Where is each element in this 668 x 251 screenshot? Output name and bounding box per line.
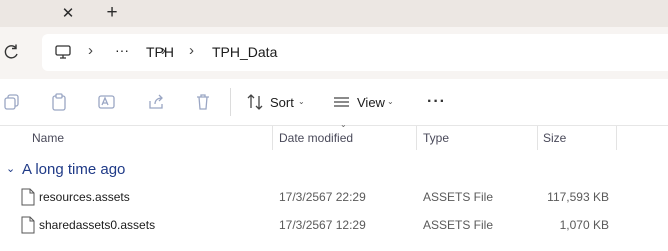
file-type: ASSETS File (423, 218, 494, 232)
address-bar[interactable] (42, 34, 668, 71)
file-row[interactable]: sharedassets0.assets 17/3/2567 12:29 ASS… (0, 212, 668, 238)
sort-button[interactable]: Sort (270, 95, 294, 110)
sort-indicator-icon: ⌄ (340, 120, 347, 129)
chevron-down-icon: ⌄ (298, 97, 305, 106)
column-header-name[interactable]: Name (32, 131, 64, 145)
column-divider[interactable] (272, 126, 273, 150)
rename-icon[interactable] (97, 92, 117, 112)
computer-icon (53, 42, 73, 62)
file-date: 17/3/2567 22:29 (279, 190, 366, 204)
new-tab-button[interactable]: + (102, 2, 122, 23)
column-divider[interactable] (537, 126, 538, 150)
close-tab-button[interactable]: ✕ (58, 3, 78, 23)
file-icon (21, 216, 35, 234)
refresh-icon[interactable] (2, 42, 22, 62)
tab-strip (0, 0, 668, 27)
sort-icon[interactable] (245, 92, 265, 112)
column-header-date-modified[interactable]: Date modified (279, 131, 353, 145)
share-icon[interactable] (146, 92, 166, 112)
breadcrumb-item[interactable]: TPH (146, 44, 174, 60)
chevron-down-icon: ⌄ (387, 97, 394, 106)
column-divider[interactable] (616, 126, 617, 150)
file-date: 17/3/2567 12:29 (279, 218, 366, 232)
column-divider[interactable] (416, 126, 417, 150)
file-name: sharedassets0.assets (39, 218, 156, 232)
paste-icon[interactable] (49, 92, 69, 112)
copy-path-icon[interactable] (2, 92, 22, 112)
column-header-type[interactable]: Type (423, 131, 449, 145)
see-more-button[interactable]: ··· (427, 93, 446, 111)
column-header-size[interactable]: Size (543, 131, 566, 145)
view-icon[interactable] (332, 92, 352, 112)
file-type: ASSETS File (423, 190, 494, 204)
group-collapse-chevron-icon[interactable]: ⌄ (6, 162, 15, 175)
toolbar-divider (230, 88, 231, 116)
breadcrumb-ellipsis[interactable]: ··· (115, 42, 129, 58)
file-size: 1,070 KB (559, 218, 609, 232)
chevron-right-icon: › (88, 42, 93, 59)
file-name: resources.assets (39, 190, 130, 204)
view-button[interactable]: View (357, 95, 385, 110)
file-size: 117,593 KB (547, 190, 609, 204)
breadcrumb-item-current[interactable]: TPH_Data (212, 44, 277, 60)
chevron-right-icon: › (189, 42, 194, 59)
group-header[interactable]: A long time ago (22, 161, 125, 178)
delete-icon[interactable] (193, 92, 213, 112)
file-row[interactable]: resources.assets 17/3/2567 22:29 ASSETS … (0, 184, 668, 210)
file-icon (21, 188, 35, 206)
